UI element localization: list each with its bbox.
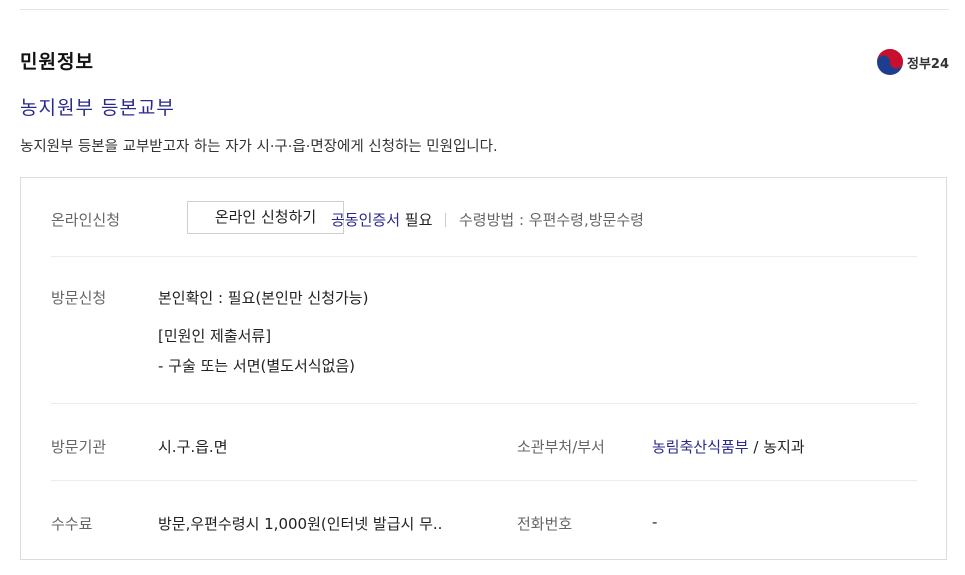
department-label: 소관부처/부서 [517,438,605,456]
top-divider [20,9,949,10]
section-title: 민원정보 [20,51,94,73]
service-info-box: 온라인신청 온라인 신청하기 공동인증서 필요 수령방법 : 우편수령,방문수령… [20,177,947,560]
certificate-link[interactable]: 공동인증서 [331,211,400,229]
docs-item: - 구술 또는 서면(별도서식없음) [158,357,356,375]
fee-row: 수수료 방문,우편수령시 1,000원(인터넷 발급시 무.. 전화번호 - [51,481,917,559]
service-name-link[interactable]: 농지원부 등본교부 [20,93,175,120]
receive-method-value: 우편수령,방문수령 [528,211,644,229]
meta-separator [445,213,447,227]
fee-value: 방문,우편수령시 1,000원(인터넷 발급시 무.. [158,515,443,533]
visit-application-label: 방문신청 [51,289,107,307]
department-name: / 농지과 [753,438,805,456]
gov24-logo[interactable]: 정부24 [876,48,949,76]
online-meta: 공동인증서 필요 수령방법 : 우편수령,방문수령 [331,211,644,229]
visit-agency-label: 방문기관 [51,438,107,456]
phone-label: 전화번호 [517,515,573,533]
online-application-row: 온라인신청 온라인 신청하기 공동인증서 필요 수령방법 : 우편수령,방문수령 [51,178,917,256]
department-value: 농림축산식품부 / 농지과 [652,436,805,457]
id-check-text: 본인확인 : 필요(본인만 신청가능) [158,289,369,307]
gov24-logo-text: 정부24 [906,56,949,72]
service-description: 농지원부 등본을 교부받고자 하는 자가 시·구·읍·면장에게 신청하는 민원입… [20,139,498,155]
online-apply-button[interactable]: 온라인 신청하기 [187,201,344,234]
agency-row: 방문기관 시.구.읍.면 소관부처/부서 농림축산식품부 / 농지과 [51,404,917,480]
phone-value: - [652,513,658,531]
receive-method-label: 수령방법 [458,211,515,229]
online-application-label: 온라인신청 [51,211,121,229]
ministry-link[interactable]: 농림축산식품부 [652,438,749,456]
visit-application-row: 방문신청 본인확인 : 필요(본인만 신청가능) [민원인 제출서류] - 구술… [51,257,917,403]
visit-agency-value: 시.구.읍.면 [158,438,228,456]
fee-label: 수수료 [51,515,93,533]
certificate-required: 필요 [404,211,433,229]
taegeuk-icon [876,49,903,75]
docs-title: [민원인 제출서류] [158,327,272,345]
